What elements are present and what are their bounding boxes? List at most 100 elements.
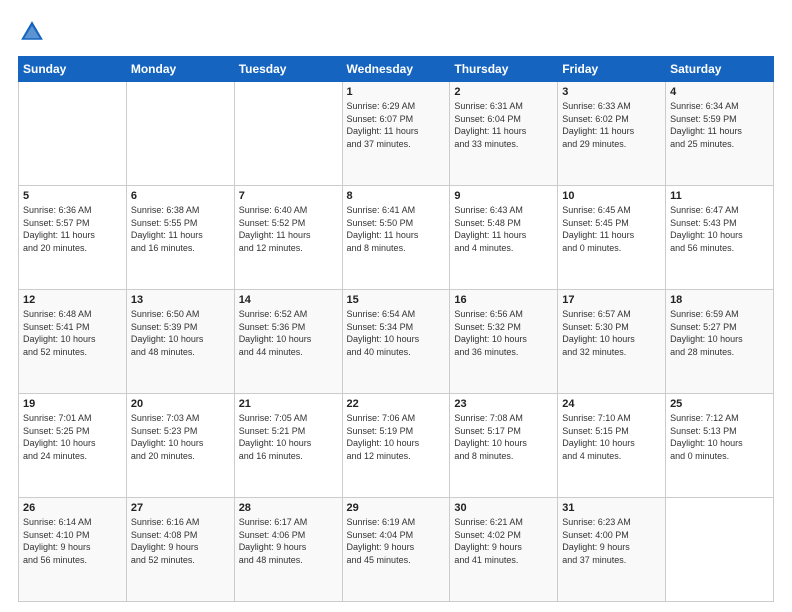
day-info: Sunrise: 6:40 AM Sunset: 5:52 PM Dayligh… bbox=[239, 204, 338, 254]
day-cell: 31Sunrise: 6:23 AM Sunset: 4:00 PM Dayli… bbox=[558, 498, 666, 602]
weekday-friday: Friday bbox=[558, 57, 666, 82]
day-cell: 22 Sunrise: 7:06 AM Sunset: 5:19 PM Dayli… bbox=[342, 394, 450, 498]
day-cell: 28Sunrise: 6:17 AM Sunset: 4:06 PM Dayli… bbox=[234, 498, 342, 602]
week-row-5: 26Sunrise: 6:14 AM Sunset: 4:10 PM Dayli… bbox=[19, 498, 774, 602]
day-cell: 29 Sunrise: 6:19 AM Sunset: 4:04 PM Dayli… bbox=[342, 498, 450, 602]
day-info: Sunrise: 6:57 AM Sunset: 5:30 PM Dayligh… bbox=[562, 308, 661, 358]
day-info: Sunrise: 7:06 AM Sunset: 5:19 PM Dayligh… bbox=[347, 412, 446, 462]
day-info: Sunrise: 6:38 AM Sunset: 5:55 PM Dayligh… bbox=[131, 204, 230, 254]
day-cell: 21Sunrise: 7:05 AM Sunset: 5:21 PM Dayli… bbox=[234, 394, 342, 498]
day-number: 12 bbox=[23, 294, 122, 306]
week-row-4: 19 Sunrise: 7:01 AM Sunset: 5:25 PM Dayli… bbox=[19, 394, 774, 498]
day-info: Sunrise: 6:36 AM Sunset: 5:57 PM Dayligh… bbox=[23, 204, 122, 254]
day-number: 3 bbox=[562, 86, 661, 98]
day-number: 25 bbox=[670, 398, 769, 410]
day-number: 2 bbox=[454, 86, 553, 98]
weekday-wednesday: Wednesday bbox=[342, 57, 450, 82]
day-cell: 11 Sunrise: 6:47 AM Sunset: 5:43 PM Dayli… bbox=[666, 186, 774, 290]
day-number: 5 bbox=[23, 190, 122, 202]
day-number: 28 bbox=[239, 502, 338, 514]
day-cell: 12Sunrise: 6:48 AM Sunset: 5:41 PM Dayli… bbox=[19, 290, 127, 394]
day-info: Sunrise: 7:03 AM Sunset: 5:23 PM Dayligh… bbox=[131, 412, 230, 462]
day-info: Sunrise: 7:01 AM Sunset: 5:25 PM Dayligh… bbox=[23, 412, 122, 462]
day-number: 1 bbox=[347, 86, 446, 98]
day-number: 4 bbox=[670, 86, 769, 98]
day-info: Sunrise: 7:12 AM Sunset: 5:13 PM Dayligh… bbox=[670, 412, 769, 462]
day-info: Sunrise: 6:34 AM Sunset: 5:59 PM Dayligh… bbox=[670, 100, 769, 150]
week-row-3: 12Sunrise: 6:48 AM Sunset: 5:41 PM Dayli… bbox=[19, 290, 774, 394]
day-number: 10 bbox=[562, 190, 661, 202]
day-cell: 25 Sunrise: 7:12 AM Sunset: 5:13 PM Dayli… bbox=[666, 394, 774, 498]
day-info: Sunrise: 6:45 AM Sunset: 5:45 PM Dayligh… bbox=[562, 204, 661, 254]
day-cell: 6Sunrise: 6:38 AM Sunset: 5:55 PM Daylig… bbox=[126, 186, 234, 290]
day-cell: 23 Sunrise: 7:08 AM Sunset: 5:17 PM Dayli… bbox=[450, 394, 558, 498]
day-number: 21 bbox=[239, 398, 338, 410]
weekday-tuesday: Tuesday bbox=[234, 57, 342, 82]
day-number: 16 bbox=[454, 294, 553, 306]
day-cell: 26Sunrise: 6:14 AM Sunset: 4:10 PM Dayli… bbox=[19, 498, 127, 602]
day-info: Sunrise: 7:10 AM Sunset: 5:15 PM Dayligh… bbox=[562, 412, 661, 462]
day-cell: 1Sunrise: 6:29 AM Sunset: 6:07 PM Daylig… bbox=[342, 82, 450, 186]
day-cell: 24 Sunrise: 7:10 AM Sunset: 5:15 PM Dayli… bbox=[558, 394, 666, 498]
day-number: 18 bbox=[670, 294, 769, 306]
day-number: 22 bbox=[347, 398, 446, 410]
header bbox=[18, 18, 774, 46]
day-info: Sunrise: 7:08 AM Sunset: 5:17 PM Dayligh… bbox=[454, 412, 553, 462]
weekday-header-row: SundayMondayTuesdayWednesdayThursdayFrid… bbox=[19, 57, 774, 82]
day-info: Sunrise: 6:43 AM Sunset: 5:48 PM Dayligh… bbox=[454, 204, 553, 254]
day-number: 29 bbox=[347, 502, 446, 514]
weekday-sunday: Sunday bbox=[19, 57, 127, 82]
day-cell: 30Sunrise: 6:21 AM Sunset: 4:02 PM Dayli… bbox=[450, 498, 558, 602]
day-number: 27 bbox=[131, 502, 230, 514]
day-cell: 5 Sunrise: 6:36 AM Sunset: 5:57 PM Daylig… bbox=[19, 186, 127, 290]
day-number: 26 bbox=[23, 502, 122, 514]
day-number: 19 bbox=[23, 398, 122, 410]
weekday-monday: Monday bbox=[126, 57, 234, 82]
day-info: Sunrise: 6:19 AM Sunset: 4:04 PM Dayligh… bbox=[347, 516, 446, 566]
day-number: 31 bbox=[562, 502, 661, 514]
day-cell: 2 Sunrise: 6:31 AM Sunset: 6:04 PM Daylig… bbox=[450, 82, 558, 186]
day-info: Sunrise: 6:56 AM Sunset: 5:32 PM Dayligh… bbox=[454, 308, 553, 358]
day-cell bbox=[19, 82, 127, 186]
logo bbox=[18, 18, 50, 46]
day-number: 15 bbox=[347, 294, 446, 306]
day-info: Sunrise: 6:31 AM Sunset: 6:04 PM Dayligh… bbox=[454, 100, 553, 150]
day-cell: 15 Sunrise: 6:54 AM Sunset: 5:34 PM Dayli… bbox=[342, 290, 450, 394]
day-cell: 17 Sunrise: 6:57 AM Sunset: 5:30 PM Dayli… bbox=[558, 290, 666, 394]
day-cell: 13Sunrise: 6:50 AM Sunset: 5:39 PM Dayli… bbox=[126, 290, 234, 394]
day-cell: 20Sunrise: 7:03 AM Sunset: 5:23 PM Dayli… bbox=[126, 394, 234, 498]
day-cell: 8 Sunrise: 6:41 AM Sunset: 5:50 PM Daylig… bbox=[342, 186, 450, 290]
day-number: 11 bbox=[670, 190, 769, 202]
day-number: 8 bbox=[347, 190, 446, 202]
day-info: Sunrise: 6:16 AM Sunset: 4:08 PM Dayligh… bbox=[131, 516, 230, 566]
day-number: 17 bbox=[562, 294, 661, 306]
day-cell: 27 Sunrise: 6:16 AM Sunset: 4:08 PM Dayli… bbox=[126, 498, 234, 602]
weekday-thursday: Thursday bbox=[450, 57, 558, 82]
day-number: 7 bbox=[239, 190, 338, 202]
day-info: Sunrise: 6:21 AM Sunset: 4:02 PM Dayligh… bbox=[454, 516, 553, 566]
day-info: Sunrise: 6:54 AM Sunset: 5:34 PM Dayligh… bbox=[347, 308, 446, 358]
day-info: Sunrise: 6:33 AM Sunset: 6:02 PM Dayligh… bbox=[562, 100, 661, 150]
day-cell bbox=[234, 82, 342, 186]
day-info: Sunrise: 6:52 AM Sunset: 5:36 PM Dayligh… bbox=[239, 308, 338, 358]
day-cell bbox=[126, 82, 234, 186]
day-info: Sunrise: 6:41 AM Sunset: 5:50 PM Dayligh… bbox=[347, 204, 446, 254]
day-cell: 10 Sunrise: 6:45 AM Sunset: 5:45 PM Dayli… bbox=[558, 186, 666, 290]
day-cell bbox=[666, 498, 774, 602]
day-number: 24 bbox=[562, 398, 661, 410]
day-number: 23 bbox=[454, 398, 553, 410]
day-cell: 19 Sunrise: 7:01 AM Sunset: 5:25 PM Dayli… bbox=[19, 394, 127, 498]
page: SundayMondayTuesdayWednesdayThursdayFrid… bbox=[0, 0, 792, 612]
week-row-2: 5 Sunrise: 6:36 AM Sunset: 5:57 PM Daylig… bbox=[19, 186, 774, 290]
day-cell: 3 Sunrise: 6:33 AM Sunset: 6:02 PM Daylig… bbox=[558, 82, 666, 186]
day-cell: 16 Sunrise: 6:56 AM Sunset: 5:32 PM Dayli… bbox=[450, 290, 558, 394]
day-cell: 4 Sunrise: 6:34 AM Sunset: 5:59 PM Daylig… bbox=[666, 82, 774, 186]
day-number: 14 bbox=[239, 294, 338, 306]
day-info: Sunrise: 6:47 AM Sunset: 5:43 PM Dayligh… bbox=[670, 204, 769, 254]
day-cell: 9Sunrise: 6:43 AM Sunset: 5:48 PM Daylig… bbox=[450, 186, 558, 290]
day-info: Sunrise: 6:50 AM Sunset: 5:39 PM Dayligh… bbox=[131, 308, 230, 358]
day-cell: 14 Sunrise: 6:52 AM Sunset: 5:36 PM Dayli… bbox=[234, 290, 342, 394]
weekday-saturday: Saturday bbox=[666, 57, 774, 82]
logo-icon bbox=[18, 18, 46, 46]
day-cell: 18Sunrise: 6:59 AM Sunset: 5:27 PM Dayli… bbox=[666, 290, 774, 394]
